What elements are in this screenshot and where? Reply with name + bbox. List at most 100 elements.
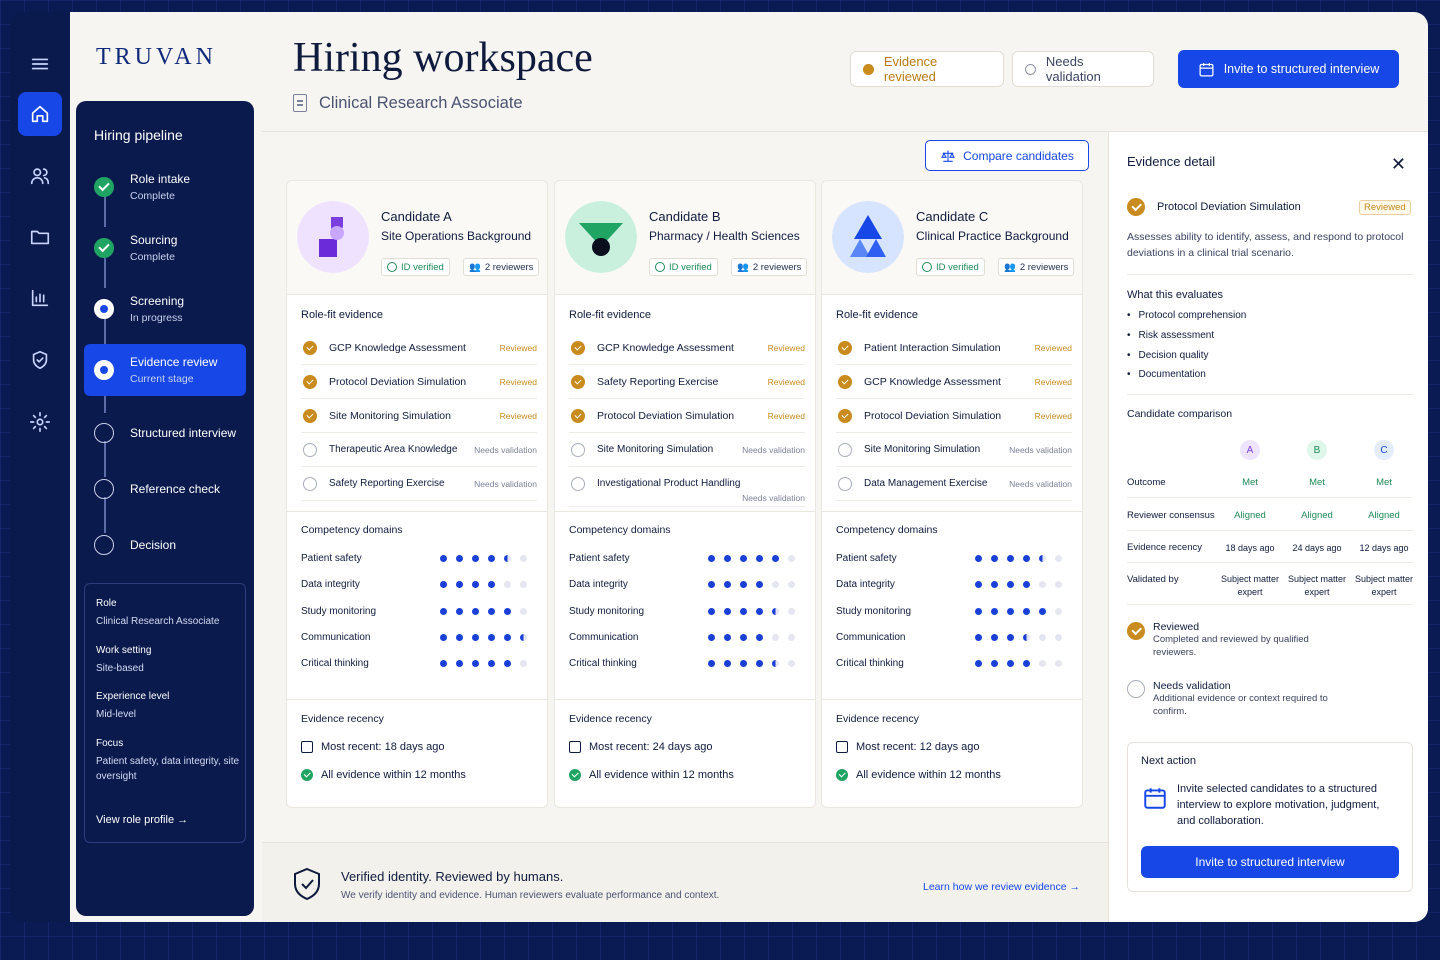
competency-dot (504, 607, 511, 615)
competency-name: Communication (836, 631, 906, 643)
shield-icon[interactable] (18, 338, 62, 382)
evidence-status: Needs validation (474, 445, 537, 455)
focus-label: Focus (96, 738, 124, 749)
compare-candidates-button[interactable]: Compare candidates (925, 140, 1089, 171)
folder-icon[interactable] (18, 215, 62, 259)
evidence-item[interactable]: Safety Reporting Exercise Reviewed (569, 365, 805, 399)
within-text: All evidence within 12 months (856, 769, 1001, 781)
setting-label: Work setting (96, 645, 152, 656)
competency-dot (708, 555, 715, 562)
stage-evidence-review[interactable]: Evidence review Current stage (84, 344, 246, 396)
competency-name: Study monitoring (836, 605, 912, 617)
candidate-card[interactable]: Candidate B Pharmacy / Health Sciences ID … (554, 180, 816, 808)
evidence-item[interactable]: Patient Interaction Simulation Reviewed (836, 331, 1072, 365)
menu-icon[interactable] (18, 42, 62, 86)
evidence-item[interactable]: Data Management Exercise Needs validation (836, 467, 1072, 501)
competency-dot (724, 633, 731, 641)
competency-dot (1055, 581, 1062, 589)
stage-structured-interview[interactable]: Structured interview (84, 407, 246, 459)
comparison-row-label: Evidence recency (1127, 542, 1202, 553)
evidence-label: Protocol Deviation Simulation (329, 376, 467, 388)
stage-status: Complete (130, 190, 175, 202)
chart-icon[interactable] (18, 276, 62, 320)
pending-icon (94, 479, 114, 499)
chip-label: Needs validation (1045, 54, 1101, 84)
evidence-item[interactable]: Protocol Deviation Simulation Reviewed (569, 399, 805, 433)
evidence-item[interactable]: GCP Knowledge Assessment Reviewed (301, 331, 537, 365)
calendar-icon (569, 741, 581, 753)
stage-reference-check[interactable]: Reference check (84, 463, 246, 515)
competency-dot (740, 660, 747, 668)
evidence-status: Reviewed (767, 377, 805, 387)
evaluates-item: Risk assessment (1127, 330, 1215, 341)
evidence-label: Site Monitoring Simulation (329, 410, 451, 422)
evidence-reviewed-chip[interactable]: Evidence reviewed (850, 51, 1004, 87)
badge-label: 2 reviewers (484, 261, 534, 273)
recency-title: Evidence recency (836, 713, 919, 725)
competency-dot (1055, 555, 1062, 562)
competency-name: Communication (301, 631, 371, 643)
competency-rating (440, 660, 536, 668)
reviewers-icon: 👥 (469, 261, 481, 273)
evidence-item[interactable]: GCP Knowledge Assessment Reviewed (836, 365, 1072, 399)
evidence-item[interactable]: Protocol Deviation Simulation Reviewed (836, 399, 1072, 433)
competency-rating (440, 581, 536, 589)
stage-sourcing[interactable]: Sourcing Complete (84, 222, 246, 274)
focus-value: Patient safety, data integrity, site ove… (96, 756, 240, 782)
candidate-card[interactable]: Candidate C Clinical Practice Background I… (821, 180, 1083, 808)
invite-interview-button[interactable]: Invite to structured interview (1178, 50, 1399, 88)
competency-dot (772, 633, 779, 641)
users-icon[interactable] (18, 154, 62, 198)
legend-needs-title: Needs validation (1153, 680, 1231, 692)
competency-dot (472, 555, 479, 562)
competency-dot (1039, 633, 1046, 641)
app-frame: TRUVAN Hiring pipeline Role intake Compl… (70, 12, 1428, 922)
candidate-card[interactable]: Candidate A Site Operations Background ID … (286, 180, 548, 808)
evidence-status: Needs validation (1009, 445, 1072, 455)
competency-dot (488, 633, 495, 641)
evidence-item[interactable]: Site Monitoring Simulation Needs validati… (569, 433, 805, 467)
view-role-profile-link[interactable]: View role profile → (96, 814, 188, 826)
stage-decision[interactable]: Decision (84, 519, 246, 571)
competency-dot (440, 633, 447, 641)
competency-title: Competency domains (569, 524, 671, 536)
legend-reviewed-title: Reviewed (1153, 621, 1200, 633)
candidate-background: Pharmacy / Health Sciences (649, 229, 800, 243)
check-circle-icon (655, 262, 665, 272)
evidence-item[interactable]: Investigational Product Handling Needs va… (569, 467, 805, 507)
badge-label: 2 reviewers (752, 261, 802, 273)
stage-role-intake[interactable]: Role intake Complete (84, 161, 246, 213)
learn-more-link[interactable]: Learn how we review evidence → (923, 881, 1080, 893)
evidence-detail-panel: Evidence detail ✕ Protocol Deviation Sim… (1108, 132, 1428, 922)
evidence-item[interactable]: Site Monitoring Simulation Needs validati… (836, 433, 1072, 467)
competency-dot (772, 660, 779, 668)
evidence-item[interactable]: Safety Reporting Exercise Needs validatio… (301, 467, 537, 501)
comparison-row-label: Reviewer consensus (1127, 510, 1215, 521)
candidate-name: Candidate B (649, 209, 721, 224)
evidence-label: Safety Reporting Exercise (329, 478, 445, 489)
evidence-label: GCP Knowledge Assessment (329, 342, 466, 354)
empty-circle-icon (838, 477, 852, 491)
reviewed-check-icon (838, 409, 852, 423)
button-label: Invite to structured interview (1195, 855, 1345, 869)
calendar-icon (1144, 788, 1166, 809)
stage-status: Complete (130, 251, 175, 263)
needs-validation-chip[interactable]: Needs validation (1012, 51, 1154, 87)
evidence-item[interactable]: Protocol Deviation Simulation Reviewed (301, 365, 537, 399)
evidence-label: Data Management Exercise (864, 478, 988, 489)
settings-icon[interactable] (18, 400, 62, 444)
competency-dot (440, 555, 447, 562)
stage-screening[interactable]: Screening In progress (84, 283, 246, 335)
competency-rating (708, 581, 804, 589)
evidence-item[interactable]: GCP Knowledge Assessment Reviewed (569, 331, 805, 365)
evidence-item[interactable]: Site Monitoring Simulation Reviewed (301, 399, 537, 433)
empty-circle-icon (303, 477, 317, 491)
close-icon[interactable]: ✕ (1391, 154, 1406, 175)
evidence-item[interactable]: Therapeutic Area Knowledge Needs validati… (301, 433, 537, 467)
competency-rating (440, 555, 536, 562)
reviewed-check-icon (571, 341, 585, 355)
home-icon[interactable] (18, 92, 62, 136)
reviewed-check-icon (838, 375, 852, 389)
reviewed-check-icon (1127, 622, 1145, 640)
invite-interview-button-secondary[interactable]: Invite to structured interview (1141, 846, 1399, 878)
